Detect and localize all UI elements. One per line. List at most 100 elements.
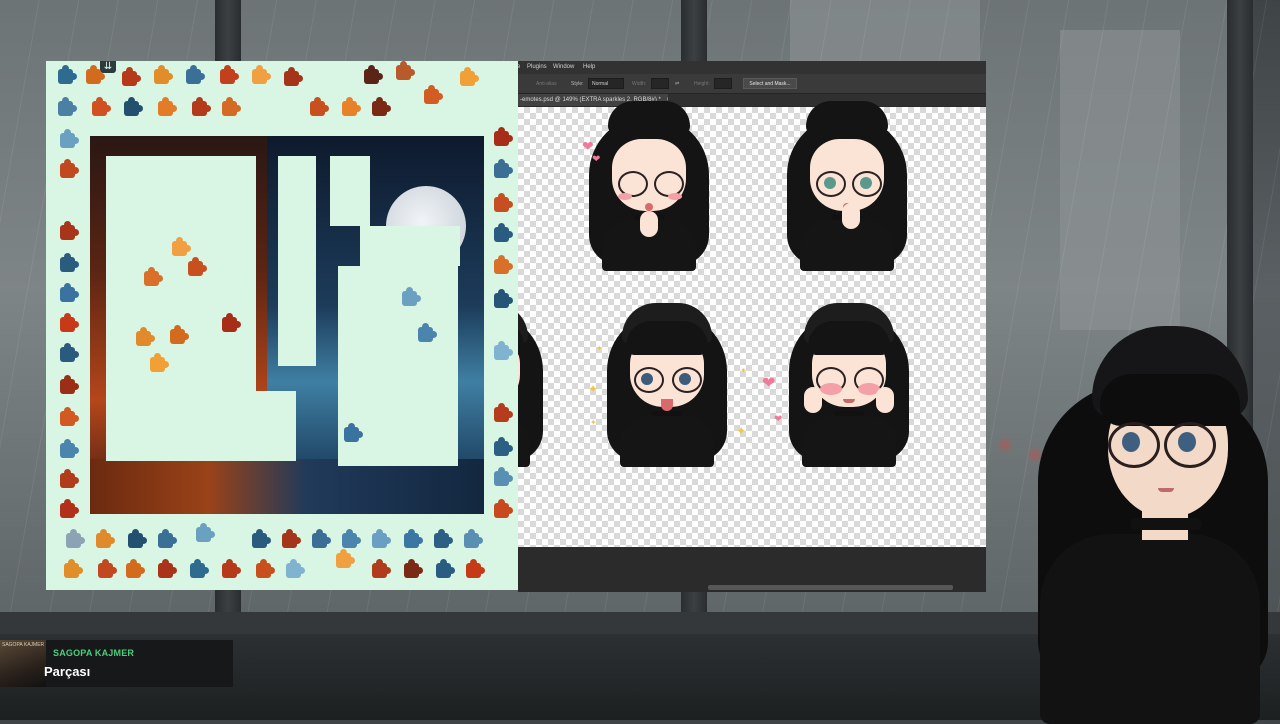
puzzle-piece[interactable]	[136, 327, 155, 346]
puzzle-piece[interactable]	[122, 67, 141, 86]
puzzle-piece[interactable]	[310, 97, 329, 116]
puzzle-piece[interactable]	[158, 529, 177, 548]
puzzle-piece[interactable]	[464, 529, 483, 548]
antialias-label[interactable]: Anti-alias	[536, 81, 557, 87]
puzzle-piece[interactable]	[92, 97, 111, 116]
puzzle-piece[interactable]	[60, 439, 79, 458]
puzzle-piece[interactable]	[66, 529, 85, 548]
puzzle-piece[interactable]	[64, 559, 83, 578]
menu-bar: e Plugins Window Help	[518, 61, 986, 74]
puzzle-piece[interactable]	[460, 67, 479, 86]
puzzle-piece[interactable]	[222, 313, 241, 332]
puzzle-image-ground	[90, 459, 484, 514]
puzzle-piece[interactable]	[158, 559, 177, 578]
puzzle-piece[interactable]	[404, 529, 423, 548]
puzzle-piece[interactable]	[150, 353, 169, 372]
puzzle-piece[interactable]	[252, 529, 271, 548]
puzzle-piece[interactable]	[436, 559, 455, 578]
puzzle-piece[interactable]	[494, 223, 513, 242]
swap-icon[interactable]: ⇄	[675, 81, 679, 87]
puzzle-piece[interactable]	[128, 529, 147, 548]
puzzle-empty-region	[278, 156, 316, 366]
jigsaw-puzzle-window[interactable]: ⇊	[46, 61, 518, 590]
width-field[interactable]	[651, 78, 669, 89]
puzzle-piece[interactable]	[172, 237, 191, 256]
menu-item-help[interactable]: Help	[583, 64, 595, 70]
puzzle-piece[interactable]	[282, 529, 301, 548]
puzzle-piece[interactable]	[418, 323, 437, 342]
puzzle-piece[interactable]	[494, 193, 513, 212]
puzzle-piece[interactable]	[372, 529, 391, 548]
menu-edge-fragment: e	[518, 64, 521, 70]
puzzle-piece[interactable]	[60, 375, 79, 394]
puzzle-piece[interactable]	[144, 267, 163, 286]
puzzle-piece[interactable]	[158, 97, 177, 116]
puzzle-piece[interactable]	[190, 559, 209, 578]
puzzle-piece[interactable]	[222, 559, 241, 578]
select-and-mask-button[interactable]: Select and Mask...	[743, 78, 797, 89]
puzzle-piece[interactable]	[186, 65, 205, 84]
puzzle-piece[interactable]	[60, 129, 79, 148]
puzzle-piece[interactable]	[342, 97, 361, 116]
puzzle-piece[interactable]	[60, 343, 79, 362]
collapse-toggle-icon[interactable]: ⇊	[100, 61, 116, 73]
puzzle-piece[interactable]	[60, 313, 79, 332]
puzzle-piece[interactable]	[60, 407, 79, 426]
puzzle-piece[interactable]	[336, 549, 355, 568]
puzzle-piece[interactable]	[286, 559, 305, 578]
puzzle-piece[interactable]	[60, 469, 79, 488]
puzzle-piece[interactable]	[494, 499, 513, 518]
puzzle-piece[interactable]	[494, 437, 513, 456]
puzzle-piece[interactable]	[60, 253, 79, 272]
puzzle-piece[interactable]	[126, 559, 145, 578]
puzzle-piece[interactable]	[364, 65, 383, 84]
photoshop-window[interactable]: e Plugins Window Help Anti-alias Style: …	[518, 61, 986, 592]
puzzle-piece[interactable]	[58, 97, 77, 116]
horizontal-scrollbar[interactable]	[708, 585, 953, 590]
puzzle-piece[interactable]	[256, 559, 275, 578]
puzzle-piece[interactable]	[60, 499, 79, 518]
puzzle-piece[interactable]	[98, 559, 117, 578]
puzzle-piece[interactable]	[466, 559, 485, 578]
puzzle-piece[interactable]	[188, 257, 207, 276]
puzzle-piece[interactable]	[124, 97, 143, 116]
puzzle-piece[interactable]	[58, 65, 77, 84]
puzzle-piece[interactable]	[60, 159, 79, 178]
puzzle-piece[interactable]	[222, 97, 241, 116]
puzzle-piece[interactable]	[494, 127, 513, 146]
puzzle-piece[interactable]	[494, 341, 513, 360]
puzzle-piece[interactable]	[284, 67, 303, 86]
puzzle-piece[interactable]	[424, 85, 443, 104]
puzzle-piece[interactable]	[494, 255, 513, 274]
puzzle-piece[interactable]	[372, 97, 391, 116]
puzzle-piece[interactable]	[312, 529, 331, 548]
puzzle-piece[interactable]	[86, 65, 105, 84]
puzzle-piece[interactable]	[494, 467, 513, 486]
height-field[interactable]	[714, 78, 732, 89]
puzzle-piece[interactable]	[434, 529, 453, 548]
menu-item-plugins[interactable]: Plugins	[527, 64, 547, 70]
puzzle-piece[interactable]	[342, 529, 361, 548]
menu-item-window[interactable]: Window	[553, 64, 574, 70]
puzzle-piece[interactable]	[396, 61, 415, 80]
puzzle-piece[interactable]	[402, 287, 421, 306]
heart-icon: ❤	[592, 154, 601, 165]
puzzle-piece[interactable]	[494, 403, 513, 422]
puzzle-piece[interactable]	[494, 159, 513, 178]
puzzle-piece[interactable]	[344, 423, 363, 442]
puzzle-piece[interactable]	[60, 221, 79, 240]
puzzle-piece[interactable]	[96, 529, 115, 548]
puzzle-empty-region	[360, 226, 460, 266]
puzzle-piece[interactable]	[196, 523, 215, 542]
puzzle-piece[interactable]	[192, 97, 211, 116]
document-canvas[interactable]: ❤ ❤ ✦ ✦ ✦ ✦ ✦ ❤ ❤	[518, 101, 986, 547]
style-select[interactable]: Normal	[588, 78, 624, 89]
puzzle-piece[interactable]	[404, 559, 423, 578]
puzzle-piece[interactable]	[494, 289, 513, 308]
puzzle-piece[interactable]	[220, 65, 239, 84]
puzzle-piece[interactable]	[372, 559, 391, 578]
puzzle-piece[interactable]	[60, 283, 79, 302]
puzzle-piece[interactable]	[170, 325, 189, 344]
puzzle-piece[interactable]	[154, 65, 173, 84]
puzzle-piece[interactable]	[252, 65, 271, 84]
